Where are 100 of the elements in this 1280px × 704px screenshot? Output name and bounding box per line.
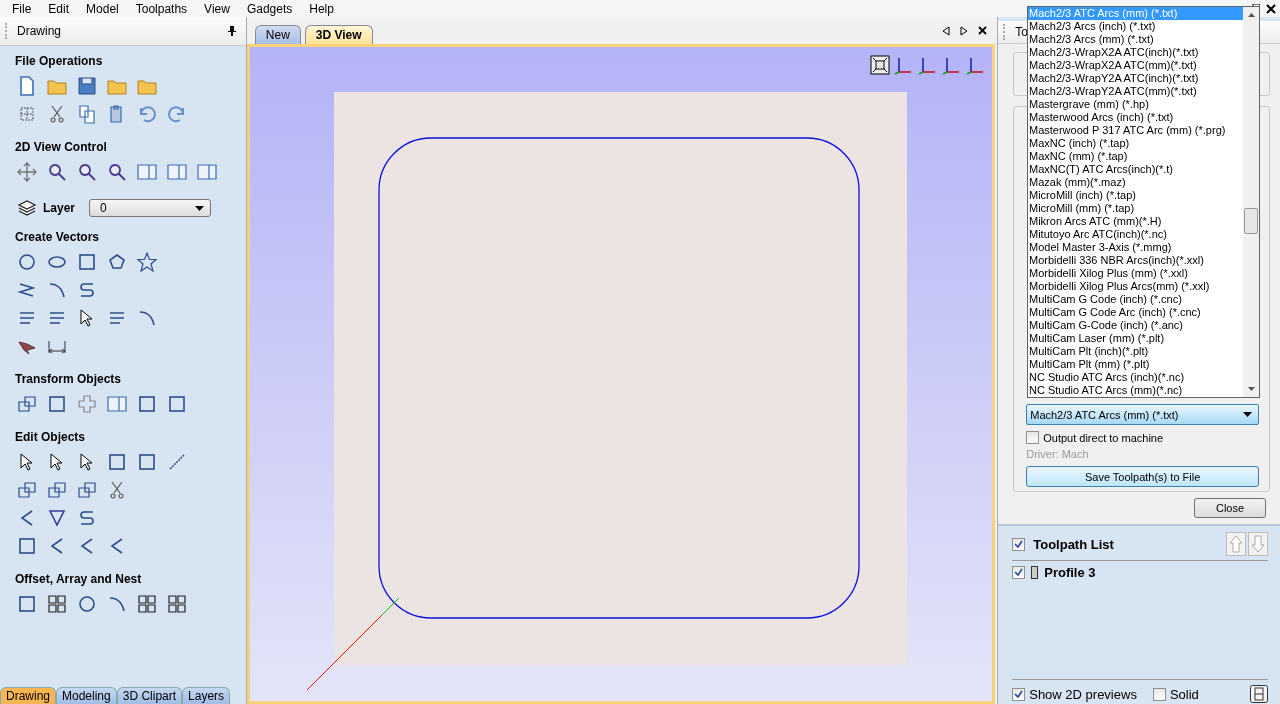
magnifier-icon[interactable] <box>47 162 67 182</box>
grid-icon[interactable] <box>47 594 67 614</box>
dropdown-option[interactable]: MultiCam G-Code (inch) (*.anc) <box>1028 319 1243 332</box>
scrollbar[interactable] <box>1243 7 1259 397</box>
dropdown-option[interactable]: Mach2/3-WrapX2A ATC(mm)(*.txt) <box>1028 59 1243 72</box>
dropdown-option[interactable]: MicroMill (inch) (*.tap) <box>1028 189 1243 202</box>
menu-item[interactable]: File <box>12 1 32 16</box>
triangle-icon[interactable] <box>47 508 67 528</box>
square-icon[interactable] <box>137 452 157 472</box>
overlapping-squares-icon[interactable] <box>77 480 97 500</box>
dropdown-option[interactable]: MultiCam Laser (mm) (*.plt) <box>1028 332 1243 345</box>
panel-tab[interactable]: Layers <box>182 687 231 704</box>
pin-icon[interactable] <box>227 26 236 36</box>
pentagon-icon[interactable] <box>107 252 127 272</box>
dropdown-option[interactable]: Morbidelli Xilog Plus (mm) (*.xxl) <box>1028 267 1243 280</box>
menu-item[interactable]: View <box>204 1 230 16</box>
close-icon[interactable] <box>978 26 988 35</box>
star-icon[interactable] <box>137 252 157 272</box>
panel-icon[interactable] <box>167 162 187 182</box>
checkbox[interactable] <box>1152 687 1166 701</box>
layer-dropdown[interactable]: 0 <box>89 199 212 217</box>
dropdown-option[interactable]: Mastergrave (mm) (*.hp) <box>1028 98 1243 111</box>
scrollbar-thumb[interactable] <box>1244 208 1258 234</box>
dropdown-option[interactable]: MultiCam G Code Arc (inch) (*.cnc) <box>1028 306 1243 319</box>
menu-item[interactable]: Toolpaths <box>135 1 188 16</box>
line-icon[interactable] <box>167 452 187 472</box>
square-icon[interactable] <box>77 252 97 272</box>
dropdown-option[interactable]: Morbidelli 336 NBR Arcs(inch)(*.xxl) <box>1028 254 1243 267</box>
dropdown-option[interactable]: MaxNC (inch) (*.tap) <box>1028 137 1243 150</box>
checkbox[interactable] <box>1026 431 1040 444</box>
dropdown-option[interactable]: Mikron Arcs ATC (mm)(*.H) <box>1028 215 1243 228</box>
panel-icon[interactable] <box>137 162 157 182</box>
dropdown-option[interactable]: MultiCam Plt (mm) (*.plt) <box>1028 358 1243 371</box>
menu-item[interactable]: Model <box>86 1 119 16</box>
dropdown-option[interactable]: Mazak (mm)(*.maz) <box>1028 176 1243 189</box>
grid-icon[interactable] <box>137 594 157 614</box>
dropdown-option[interactable]: MaxNC(T) ATC Arcs(inch)(*.t) <box>1028 163 1243 176</box>
square-icon[interactable] <box>47 394 67 414</box>
checkbox[interactable] <box>1012 566 1026 579</box>
curve-icon[interactable] <box>47 280 67 300</box>
menu-item[interactable]: Gadgets <box>246 1 293 16</box>
s-curve-icon[interactable] <box>77 280 97 300</box>
panel-tab[interactable]: Drawing <box>0 687 56 704</box>
move-arrows-icon[interactable] <box>17 162 37 182</box>
square-icon[interactable] <box>17 594 37 614</box>
menu-item[interactable]: Edit <box>48 1 70 16</box>
dropdown-option[interactable]: Morbidelli Xilog Plus Arcs(mm) (*.xxl) <box>1028 280 1243 293</box>
dropdown-option[interactable]: Mach2/3 Arcs (mm) (*.txt) <box>1028 33 1243 46</box>
dropdown-option[interactable]: Mach2/3-WrapY2A ATC(inch)(*.txt) <box>1028 72 1243 85</box>
dropdown-option[interactable]: Mitutoyo Arc ATC(inch)(*.nc) <box>1028 228 1243 241</box>
checkbox[interactable] <box>1012 687 1026 701</box>
dropdown-option[interactable]: MultiCam G Code (inch) (*.cnc) <box>1028 293 1243 306</box>
curved-arrow-icon[interactable] <box>137 104 157 124</box>
overlapping-squares-icon[interactable] <box>47 480 67 500</box>
square-icon[interactable] <box>137 394 157 414</box>
checkbox[interactable] <box>1012 537 1026 551</box>
document-icon[interactable] <box>17 76 37 96</box>
circle-icon[interactable] <box>77 594 97 614</box>
close-icon[interactable] <box>1266 3 1276 14</box>
save-toolpaths-button[interactable]: Save Toolpath(s) to File <box>1026 466 1259 487</box>
dropdown-option[interactable]: Masterwood P 317 ATC Arc (mm) (*.prg) <box>1028 124 1243 137</box>
panel-tab[interactable]: 3D Clipart <box>116 687 183 704</box>
pages-icon[interactable] <box>77 104 97 124</box>
dropdown-option[interactable]: Mach2/3-WrapY2A ATC(mm)(*.txt) <box>1028 85 1243 98</box>
grid-icon[interactable] <box>167 594 187 614</box>
square-icon[interactable] <box>167 394 187 414</box>
dropdown-option[interactable]: Masterwood Arcs (inch) (*.txt) <box>1028 111 1243 124</box>
panel-icon[interactable] <box>197 162 217 182</box>
toolpath-item[interactable]: Profile 3 <box>1044 565 1096 580</box>
square-icon[interactable] <box>17 536 37 556</box>
close-button[interactable]: Close <box>1194 498 1266 518</box>
dropdown-option[interactable]: Model Master 3-Axis (*.mmg) <box>1028 241 1243 254</box>
dropdown-option[interactable]: MicroMill (mm) (*.tap) <box>1028 202 1243 215</box>
circle-icon[interactable] <box>17 252 37 272</box>
curved-arrow-icon[interactable] <box>167 104 187 124</box>
cabinet-icon[interactable] <box>1250 685 1268 703</box>
curve-icon[interactable] <box>137 308 157 328</box>
magnifier-icon[interactable] <box>77 162 97 182</box>
overlapping-squares-icon[interactable] <box>17 394 37 414</box>
view-tab[interactable]: New <box>254 25 301 44</box>
s-curve-icon[interactable] <box>77 508 97 528</box>
scroll-down-icon[interactable] <box>1247 387 1255 391</box>
dropdown-option[interactable]: MultiCam Plt (inch)(*.plt) <box>1028 345 1243 358</box>
dropdown-option[interactable]: NC Studio ATC Arcs (mm)(*.nc) <box>1028 384 1243 397</box>
dropdown-option[interactable]: Mach2/3-WrapX2A ATC(inch)(*.txt) <box>1028 46 1243 59</box>
post-processor-dropdown[interactable]: Mach2/3 ATC Arcs (mm) (*.txt) <box>1026 404 1259 425</box>
magnifier-icon[interactable] <box>107 162 127 182</box>
right-arrow-icon[interactable] <box>960 25 969 36</box>
panel-icon[interactable] <box>107 394 127 414</box>
dropdown-option[interactable]: NC Studio ATC Arcs (inch)(*.nc) <box>1028 371 1243 384</box>
view-tab[interactable]: 3D View <box>304 25 373 44</box>
curve-icon[interactable] <box>107 594 127 614</box>
zoom-extents-icon[interactable] <box>870 55 891 75</box>
dropdown-option[interactable]: Mach2/3 Arcs (inch) (*.txt) <box>1028 20 1243 33</box>
zigzag-icon[interactable] <box>17 280 37 300</box>
menu-item[interactable]: Help <box>309 1 334 16</box>
square-icon[interactable] <box>107 452 127 472</box>
overlapping-squares-icon[interactable] <box>17 480 37 500</box>
dropdown-option[interactable]: MaxNC (mm) (*.tap) <box>1028 150 1243 163</box>
panel-tab[interactable]: Modeling <box>56 687 117 704</box>
